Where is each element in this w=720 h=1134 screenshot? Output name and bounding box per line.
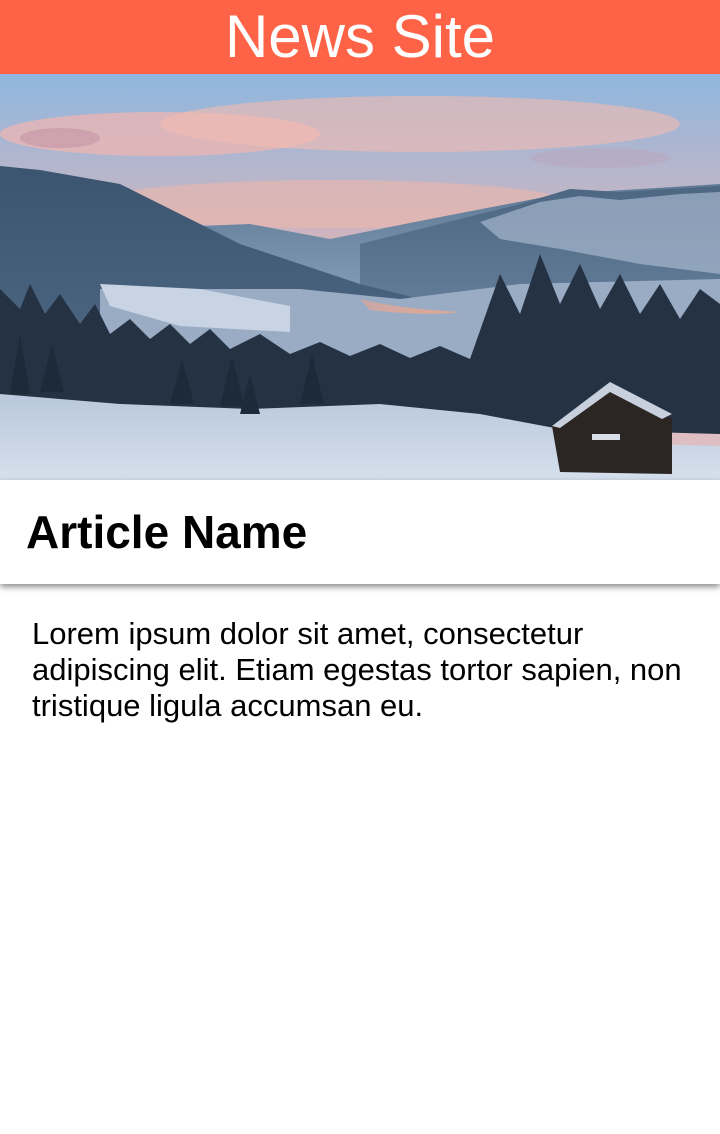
hero-image [0,74,720,480]
site-title: News Site [224,3,496,70]
article-title-card: Article Name [0,480,720,584]
article-body: Lorem ipsum dolor sit amet, consectetur … [32,616,682,723]
site-header: News Site [0,0,720,74]
article-title: Article Name [26,506,308,558]
